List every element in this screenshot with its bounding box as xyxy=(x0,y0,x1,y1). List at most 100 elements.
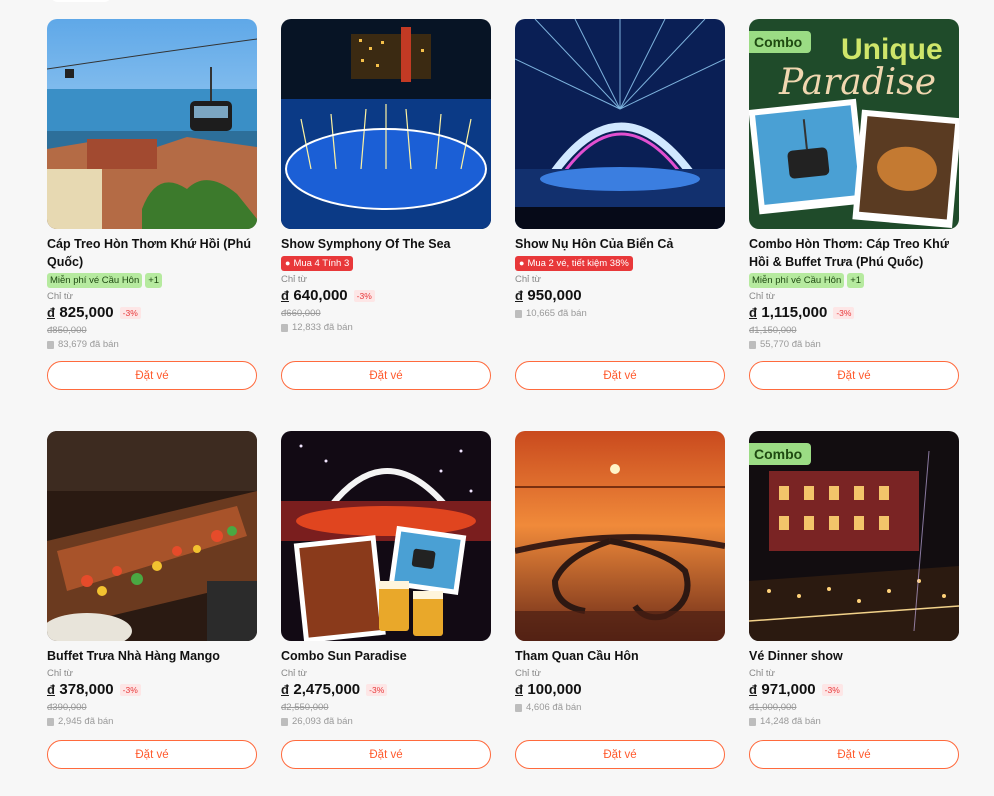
price: 1,115,000 xyxy=(761,304,828,321)
flame-icon: ● xyxy=(285,258,291,268)
product-image-dinner-show[interactable]: Combo xyxy=(749,431,959,641)
image-text-paradise: Paradise xyxy=(778,62,936,103)
discount-badge: -3% xyxy=(119,307,141,319)
price: 2,475,000 xyxy=(293,681,361,698)
product-title[interactable]: Combo Sun Paradise xyxy=(281,647,491,665)
product-title[interactable]: Cáp Treo Hòn Thơm Khứ Hồi (Phú Quốc) xyxy=(47,235,257,271)
currency-symbol: đ xyxy=(515,682,523,697)
price-row: đ 640,000 -3% xyxy=(281,287,491,305)
tag-more: +1 xyxy=(145,273,163,288)
book-button[interactable]: Đặt vé xyxy=(47,740,257,769)
price-from-label: Chỉ từ xyxy=(515,274,541,285)
product-card[interactable]: Unique Paradise Combo Combo Hòn Thơm: Cá… xyxy=(749,19,959,390)
discount-badge: -3% xyxy=(833,307,855,319)
price-row: đ 100,000 xyxy=(515,681,725,699)
combo-badge: Combo xyxy=(749,443,812,465)
price: 825,000 xyxy=(59,304,114,321)
product-image-symphony-show[interactable] xyxy=(281,19,491,229)
product-title[interactable]: Show Nụ Hôn Của Biển Cả xyxy=(515,235,725,253)
old-price: đ660,000 xyxy=(281,308,321,319)
sold-count: 12,833 đã bán xyxy=(281,322,491,333)
shopping-bag-icon xyxy=(47,340,54,349)
price-row: đ 2,475,000 -3% xyxy=(281,681,491,699)
shopping-bag-icon xyxy=(515,703,522,712)
product-card[interactable]: Tham Quan Cầu Hôn Chỉ từ đ 100,000 4,606… xyxy=(515,431,725,769)
product-title[interactable]: Buffet Trưa Nhà Hàng Mango xyxy=(47,647,257,665)
old-price: đ2,550,000 xyxy=(281,702,329,713)
price-from-label: Chỉ từ xyxy=(47,668,73,679)
currency-symbol: đ xyxy=(281,682,289,697)
shopping-bag-icon xyxy=(47,717,54,726)
price: 950,000 xyxy=(527,287,582,304)
product-card[interactable]: Show Nụ Hôn Của Biển Cả ● Mua 2 vé, tiết … xyxy=(515,19,725,390)
currency-symbol: đ xyxy=(47,682,55,697)
book-button[interactable]: Đặt vé xyxy=(515,740,725,769)
product-image-bridge-sunset[interactable] xyxy=(515,431,725,641)
shopping-bag-icon xyxy=(281,323,288,332)
tag-list: Miễn phí vé Cầu Hôn +1 xyxy=(749,273,959,288)
book-button[interactable]: Đặt vé xyxy=(281,361,491,390)
promo-badge: ● Mua 2 vé, tiết kiệm 38% xyxy=(515,256,633,271)
sold-count: 14,248 đã bán xyxy=(749,716,959,727)
product-title[interactable]: Vé Dinner show xyxy=(749,647,959,665)
price: 640,000 xyxy=(293,287,348,304)
shopping-bag-icon xyxy=(749,340,756,349)
old-price: đ1,000,000 xyxy=(749,702,797,713)
discount-badge: -3% xyxy=(366,684,388,696)
tag: Miễn phí vé Cầu Hôn xyxy=(47,273,143,288)
sold-count: 4,606 đã bán xyxy=(515,702,725,713)
shopping-bag-icon xyxy=(749,717,756,726)
book-button[interactable]: Đặt vé xyxy=(47,361,257,390)
currency-symbol: đ xyxy=(281,288,289,303)
price-from-label: Chỉ từ xyxy=(47,291,73,302)
currency-symbol: đ xyxy=(749,305,757,320)
price-from-label: Chỉ từ xyxy=(281,668,307,679)
old-price: đ390,000 xyxy=(47,702,87,713)
discount-badge: -3% xyxy=(119,684,141,696)
product-card[interactable]: Show Symphony Of The Sea ● Mua 4 Tính 3 C… xyxy=(281,19,491,390)
old-price: đ1,150,000 xyxy=(749,325,797,336)
price-from-label: Chỉ từ xyxy=(281,274,307,285)
shopping-bag-icon xyxy=(515,309,522,318)
price-row: đ 825,000 -3% xyxy=(47,304,257,322)
tag-list: Miễn phí vé Cầu Hôn +1 xyxy=(47,273,257,288)
sold-count: 83,679 đã bán xyxy=(47,339,257,350)
product-card[interactable]: Cáp Treo Hòn Thơm Khứ Hồi (Phú Quốc) Miễ… xyxy=(47,19,257,390)
price-row: đ 950,000 xyxy=(515,287,725,305)
discount-badge: -3% xyxy=(353,290,375,302)
product-card[interactable]: Buffet Trưa Nhà Hàng Mango Chỉ từ đ 378,… xyxy=(47,431,257,769)
price-row: đ 971,000 -3% xyxy=(749,681,959,699)
price-from-label: Chỉ từ xyxy=(749,668,775,679)
promo-badge: ● Mua 4 Tính 3 xyxy=(281,256,354,271)
tag-more: +1 xyxy=(847,273,865,288)
old-price: đ850,000 xyxy=(47,325,87,336)
price-from-label: Chỉ từ xyxy=(749,291,775,302)
book-button[interactable]: Đặt vé xyxy=(281,740,491,769)
product-image-buffet-mango[interactable] xyxy=(47,431,257,641)
product-image-combo-hon-thom[interactable]: Unique Paradise Combo xyxy=(749,19,959,229)
currency-symbol: đ xyxy=(515,288,523,303)
flame-icon: ● xyxy=(519,258,525,268)
price-from-label: Chỉ từ xyxy=(515,668,541,679)
discount-badge: -3% xyxy=(821,684,843,696)
product-card[interactable]: Combo Vé Dinner show Chỉ từ đ 971,000 -3… xyxy=(749,431,959,769)
price-row: đ 378,000 -3% xyxy=(47,681,257,699)
sold-count: 55,770 đã bán xyxy=(749,339,959,350)
price: 100,000 xyxy=(527,681,582,698)
combo-badge: Combo xyxy=(749,31,812,53)
product-title[interactable]: Show Symphony Of The Sea xyxy=(281,235,491,253)
book-button[interactable]: Đặt vé xyxy=(749,740,959,769)
product-title[interactable]: Combo Hòn Thơm: Cáp Treo Khứ Hồi & Buffe… xyxy=(749,235,959,271)
product-title[interactable]: Tham Quan Cầu Hôn xyxy=(515,647,725,665)
tag: Miễn phí vé Cầu Hôn xyxy=(749,273,845,288)
currency-symbol: đ xyxy=(749,682,757,697)
sold-count: 10,665 đã bán xyxy=(515,308,725,319)
product-image-kiss-show[interactable] xyxy=(515,19,725,229)
book-button[interactable]: Đặt vé xyxy=(749,361,959,390)
product-card[interactable]: Combo Sun Paradise Chỉ từ đ 2,475,000 -3… xyxy=(281,431,491,769)
currency-symbol: đ xyxy=(47,305,55,320)
book-button[interactable]: Đặt vé xyxy=(515,361,725,390)
price: 378,000 xyxy=(59,681,114,698)
product-image-cable-car[interactable] xyxy=(47,19,257,229)
product-image-combo-sun-paradise[interactable] xyxy=(281,431,491,641)
